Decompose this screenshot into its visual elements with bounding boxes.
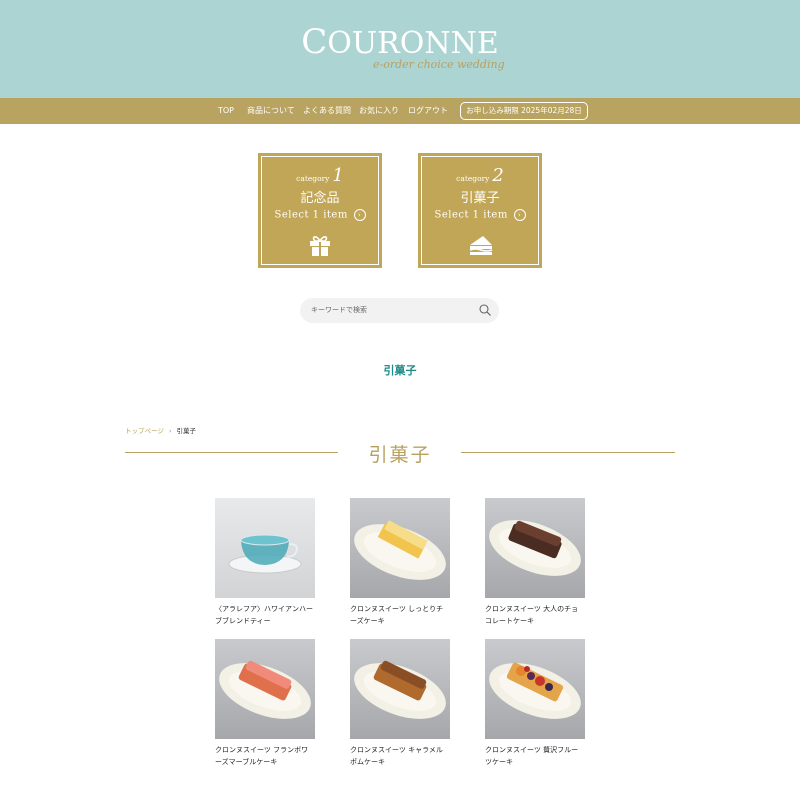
product-name: クロンヌスイーツ 贅沢フルー ツケーキ	[485, 746, 579, 766]
category-select-text: Select 1 item	[274, 209, 348, 221]
search-input[interactable]: キーワードで検索	[300, 298, 499, 323]
product-image[interactable]	[485, 639, 585, 739]
logo-text: OURONNE	[327, 26, 499, 61]
logo-initial: C	[301, 22, 328, 62]
product-name: クロンヌスイーツ しっとりチ ーズケーキ	[350, 605, 444, 625]
section-title: 引菓子	[368, 444, 432, 466]
product-card[interactable]: クロンヌスイーツ キャラメル ポムケーキ	[350, 639, 450, 768]
site-logo[interactable]: COURONNE e-order choice wedding	[0, 22, 800, 71]
chevron-right-icon: ›	[513, 209, 526, 221]
category-select-text: Select 1 item	[434, 209, 508, 221]
fruit-cake-image	[489, 662, 581, 719]
nav-item-faq[interactable]: よくある質問	[303, 98, 351, 124]
caramel-cake-image	[354, 660, 446, 719]
selected-category-title: 引菓子	[383, 364, 417, 377]
product-image[interactable]	[485, 498, 585, 598]
site-header: COURONNE e-order choice wedding	[0, 0, 800, 98]
category-number: 1	[332, 165, 344, 186]
product-image[interactable]	[215, 639, 315, 739]
category-card-2[interactable]: category 2 引菓子 Select 1 item ›	[418, 153, 542, 268]
breadcrumb: トップページ › 引菓子	[125, 425, 196, 435]
product-card[interactable]: クロンヌスイーツ 贅沢フルー ツケーキ	[485, 639, 585, 768]
nav-item-logout[interactable]: ログアウト	[408, 98, 448, 124]
product-image[interactable]	[350, 639, 450, 739]
chocolate-cake-image	[489, 520, 581, 576]
cheese-cake-image	[354, 520, 446, 580]
nav-item-favorites[interactable]: お気に入り	[359, 98, 399, 124]
product-card[interactable]: クロンヌスイーツ しっとりチ ーズケーキ	[350, 498, 450, 627]
category-label: category 1	[258, 165, 382, 186]
cake-icon	[469, 236, 493, 255]
category-name: 引菓子	[460, 191, 500, 206]
tea-cup-image	[228, 534, 302, 574]
product-card[interactable]: クロンヌスイーツ 大人のチョ コレートケーキ	[485, 498, 585, 627]
category-word: category	[456, 174, 490, 183]
deadline-badge: お申し込み期限 2025年02月28日	[460, 102, 588, 120]
nav-item-products[interactable]: 商品について	[247, 98, 295, 124]
nav-item-top[interactable]: TOP	[218, 98, 234, 124]
breadcrumb-current: 引菓子	[176, 427, 196, 435]
search-placeholder: キーワードで検索	[311, 306, 367, 314]
main-nav: TOP 商品について よくある質問 お気に入り ログアウト お申し込み期限 20…	[0, 98, 800, 124]
category-card-1[interactable]: category 1 記念品 Select 1 item ›	[258, 153, 382, 268]
product-card[interactable]: 〈アラレフア〉ハワイアンハー ブブレンドティー	[215, 498, 315, 627]
category-label: category 2	[418, 165, 542, 186]
gift-icon	[310, 236, 330, 256]
category-select: Select 1 item ›	[258, 209, 382, 221]
product-card[interactable]: クロンヌスイーツ フランボワ ーズマーブルケーキ	[215, 639, 315, 768]
framboise-cake-image	[219, 660, 311, 719]
product-image[interactable]	[350, 498, 450, 598]
product-name: クロンヌスイーツ 大人のチョ コレートケーキ	[485, 605, 579, 625]
category-number: 2	[492, 165, 504, 186]
product-name: クロンヌスイーツ フランボワ ーズマーブルケーキ	[215, 746, 309, 766]
breadcrumb-home[interactable]: トップページ	[125, 427, 164, 435]
product-name: 〈アラレフア〉ハワイアンハー ブブレンドティー	[215, 605, 313, 625]
category-name: 記念品	[300, 191, 340, 206]
product-image[interactable]	[215, 498, 315, 598]
search-icon[interactable]	[479, 304, 491, 316]
logo-subtitle: e-order choice wedding	[373, 58, 505, 71]
category-word: category	[296, 174, 330, 183]
product-name: クロンヌスイーツ キャラメル ポムケーキ	[350, 746, 443, 766]
category-select: Select 1 item ›	[418, 209, 542, 221]
breadcrumb-separator: ›	[168, 427, 172, 435]
chevron-right-icon: ›	[353, 209, 366, 221]
